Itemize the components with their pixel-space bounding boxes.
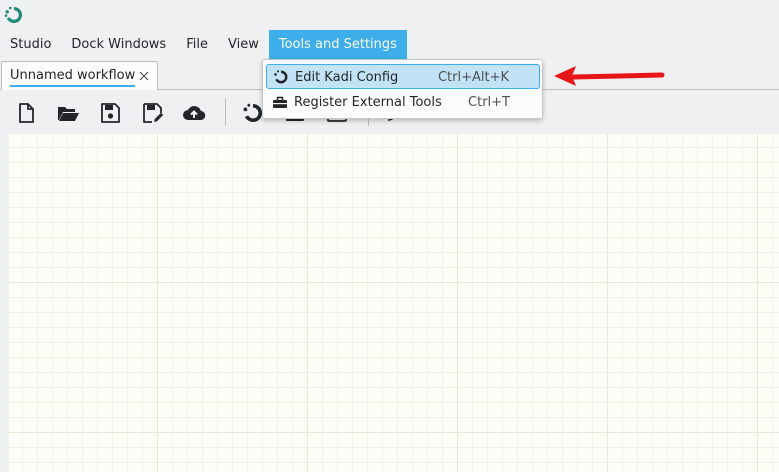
- workflow-canvas[interactable]: [9, 134, 779, 472]
- kadi-logo-icon: [274, 70, 288, 84]
- toolbox-icon: [273, 96, 287, 108]
- menu-item-label: Register External Tools: [294, 95, 442, 110]
- menu-dock-windows[interactable]: Dock Windows: [61, 30, 176, 59]
- upload-cloud-icon[interactable]: [182, 101, 206, 125]
- menu-studio[interactable]: Studio: [0, 30, 61, 59]
- new-file-icon[interactable]: [14, 101, 38, 125]
- save-as-icon[interactable]: [140, 101, 164, 125]
- app-logo-icon: [4, 6, 22, 23]
- menu-view[interactable]: View: [218, 30, 269, 59]
- menu-item-edit-kadi-config[interactable]: Edit Kadi Config Ctrl+Alt+K: [266, 64, 540, 89]
- menubar: Studio Dock Windows File View Tools and …: [0, 30, 779, 59]
- tools-and-settings-menu: Edit Kadi Config Ctrl+Alt+K Register Ext…: [262, 59, 543, 119]
- app-window: Studio Dock Windows File View Tools and …: [0, 0, 779, 472]
- shortcut-label: Ctrl+Alt+K: [437, 70, 509, 85]
- menu-item-label: Edit Kadi Config: [295, 70, 399, 85]
- shortcut-label: Ctrl+T: [468, 95, 510, 110]
- menu-tools-and-settings[interactable]: Tools and Settings: [268, 30, 407, 59]
- menu-file[interactable]: File: [176, 30, 218, 59]
- title-bar: [0, 0, 779, 30]
- tab-unnamed-workflow[interactable]: Unnamed workflow: [1, 61, 158, 90]
- toolbar-separator: [225, 98, 226, 126]
- save-icon[interactable]: [98, 101, 122, 125]
- tab-label: Unnamed workflow: [10, 67, 136, 87]
- close-icon[interactable]: [138, 70, 150, 82]
- open-folder-icon[interactable]: [56, 101, 80, 125]
- annotation-arrow: [554, 66, 665, 86]
- menu-item-register-external-tools[interactable]: Register External Tools Ctrl+T: [266, 90, 540, 115]
